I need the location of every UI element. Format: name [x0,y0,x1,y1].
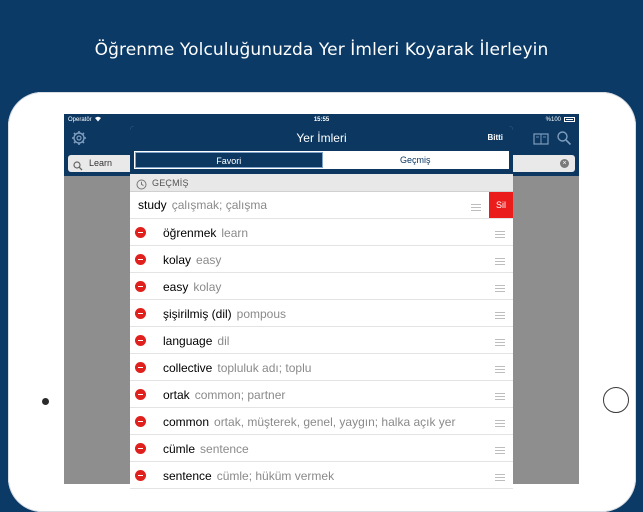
clear-icon[interactable]: × [560,159,569,168]
list-item[interactable]: kolay easy [130,246,513,273]
minus-icon[interactable] [135,389,146,400]
modal-header: Yer İmleri Bitti Favori Geçmiş [130,126,513,174]
entry-text: language dil [163,334,229,348]
drag-handle-icon[interactable] [495,312,505,319]
entry-translation: çalışmak; çalışma [171,198,268,212]
list-item[interactable]: common ortak, müşterek, genel, yaygın; ha… [130,408,513,435]
minus-icon[interactable] [135,362,146,373]
entry-translation: pompous [236,307,287,321]
modal-title: Yer İmleri [296,131,347,145]
list-item[interactable]: language dil [130,327,513,354]
entry-text: easy kolay [163,280,221,294]
history-list: study çalışmak; çalışma Sil öğrenmek learn… [130,192,513,489]
section-label: GEÇMİŞ [152,178,189,188]
tab-history[interactable]: Geçmiş [322,152,508,168]
entry-translation: common; partner [194,388,286,402]
search-icon [73,158,83,176]
list-item[interactable]: study çalışmak; çalışma Sil [130,192,513,219]
search-icon[interactable] [556,130,572,151]
list-item[interactable]: easy kolay [130,273,513,300]
entry-term: cümle [163,442,196,456]
drag-handle-icon[interactable] [495,393,505,400]
search-value: Learn [89,158,113,168]
clock-time: 15:55 [313,117,330,123]
drag-handle-icon[interactable] [495,339,505,346]
minus-icon[interactable] [135,416,146,427]
entry-translation: dil [217,334,230,348]
entry-translation: topluluk adı; toplu [217,361,312,375]
battery-percent: %100 [545,117,561,123]
entry-term: sentence [163,469,212,483]
list-item[interactable]: cümle sentence [130,435,513,462]
done-button[interactable]: Bitti [487,133,503,142]
entry-translation: learn [221,226,249,240]
entry-translation: easy [196,253,222,267]
entry-term: study [138,198,167,212]
drag-handle-icon[interactable] [471,204,481,211]
entry-text: collective topluluk adı; toplu [163,361,311,375]
entry-term: collective [163,361,213,375]
entry-text: common ortak, müşterek, genel, yaygın; ha… [163,415,455,429]
drag-handle-icon[interactable] [495,231,505,238]
entry-translation: ortak, müşterek, genel, yaygın; halka aç… [214,415,456,429]
minus-icon[interactable] [135,308,146,319]
entry-term: easy [163,280,189,294]
book-icon[interactable] [533,132,549,150]
status-bar: Operatör 15:55 %100 [64,114,579,126]
minus-icon[interactable] [135,470,146,481]
bookmarks-modal: Yer İmleri Bitti Favori Geçmiş GEÇMİŞ st… [130,126,513,496]
list-item[interactable]: sentence cümle; hüküm vermek [130,462,513,489]
minus-icon[interactable] [135,254,146,265]
entry-translation: kolay [193,280,222,294]
entry-text: şişirilmiş (dil) pompous [163,307,286,321]
list-item[interactable]: ortak common; partner [130,381,513,408]
entry-text: sentence cümle; hüküm vermek [163,469,334,483]
entry-term: şişirilmiş (dil) [163,307,232,321]
entry-term: ortak [163,388,190,402]
delete-button[interactable]: Sil [489,192,513,218]
minus-icon[interactable] [135,281,146,292]
minus-icon[interactable] [135,443,146,454]
drag-handle-icon[interactable] [495,366,505,373]
minus-icon[interactable] [135,227,146,238]
drag-handle-icon[interactable] [495,474,505,481]
entry-translation: sentence [200,442,249,456]
gear-icon[interactable] [71,130,89,148]
entry-text: cümle sentence [163,442,249,456]
list-item[interactable]: collective topluluk adı; toplu [130,354,513,381]
ipad-camera [42,398,49,405]
entry-term: öğrenmek [163,226,217,240]
entry-text: study çalışmak; çalışma [138,198,267,212]
entry-translation: cümle; hüküm vermek [216,469,335,483]
tab-favorites[interactable]: Favori [135,152,323,168]
minus-icon[interactable] [135,335,146,346]
clock-icon [136,177,147,190]
list-item[interactable]: şişirilmiş (dil) pompous [130,300,513,327]
headline: Öğrenme Yolculuğunuzda Yer İmleri Koyara… [94,40,549,60]
drag-handle-icon[interactable] [495,420,505,427]
ipad-home-button [603,387,629,413]
entry-text: kolay easy [163,253,221,267]
entry-term: common [163,415,210,429]
drag-handle-icon[interactable] [495,447,505,454]
entry-term: language [163,334,213,348]
segmented-control: Favori Geçmiş [134,151,509,169]
list-item[interactable]: öğrenmek learn [130,219,513,246]
battery-icon [564,117,575,122]
drag-handle-icon[interactable] [495,285,505,292]
entry-text: öğrenmek learn [163,226,248,240]
drag-handle-icon[interactable] [495,258,505,265]
entry-text: ortak common; partner [163,388,285,402]
section-header: GEÇMİŞ [130,174,513,192]
entry-term: kolay [163,253,192,267]
